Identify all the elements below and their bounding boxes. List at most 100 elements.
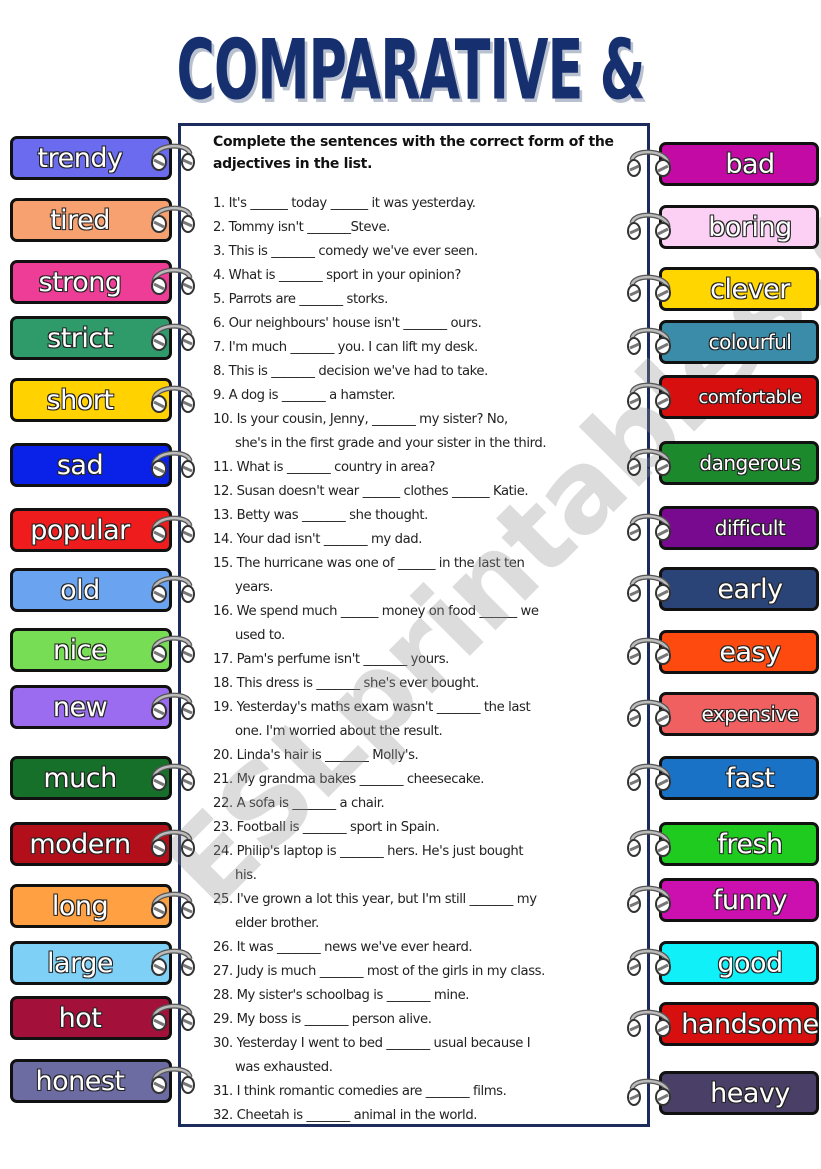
sentence-number: 29. bbox=[213, 1012, 237, 1027]
sentence-text: Cheetah is _______ animal in the world. bbox=[236, 1108, 478, 1123]
sentence-number: 8. bbox=[213, 364, 229, 379]
word-label: heavy bbox=[710, 1077, 791, 1109]
sentence-text: My sister's schoolbag is _______ mine. bbox=[236, 988, 470, 1003]
sentence-item: 6. Our neighbours' house isn't _______ o… bbox=[213, 312, 633, 336]
sentence-number: 5. bbox=[213, 292, 229, 307]
word-tag-new: new bbox=[10, 685, 172, 729]
sentence-text: Linda's hair is _______ Molly's. bbox=[236, 748, 419, 763]
word-label: large bbox=[47, 947, 114, 979]
sentence-number: 15. bbox=[213, 556, 237, 571]
word-label: fresh bbox=[717, 828, 784, 860]
sentence-item: 14. Your dad isn't _______ my dad. bbox=[213, 528, 633, 552]
sentence-number: 10. bbox=[213, 412, 237, 427]
sentence-item: 22. A sofa is _______ a chair. bbox=[213, 792, 633, 816]
sentence-text: Yesterday's maths exam wasn't _______ th… bbox=[236, 700, 531, 715]
word-tag-modern: modern bbox=[10, 822, 172, 866]
sentence-number: 27. bbox=[213, 964, 237, 979]
word-label: clever bbox=[710, 273, 791, 305]
sentence-continuation: one. I'm worried about the result. bbox=[235, 724, 443, 739]
sentence-text: What is _______ country in area? bbox=[236, 460, 436, 475]
sentence-number: 16. bbox=[213, 604, 237, 619]
word-tag-boring: boring bbox=[659, 205, 819, 249]
word-label: trendy bbox=[37, 142, 123, 174]
sentence-item: 20. Linda's hair is _______ Molly's. bbox=[213, 744, 633, 768]
sentence-item: 13. Betty was _______ she thought. bbox=[213, 504, 633, 528]
sentence-item: 27. Judy is much _______ most of the gir… bbox=[213, 960, 633, 984]
sentence-item: 23. Football is _______ sport in Spain. bbox=[213, 816, 633, 840]
sentence-item: 1. It's ______ today ______ it was yeste… bbox=[213, 192, 633, 216]
word-tag-old: old bbox=[10, 568, 172, 612]
sentence-number: 6. bbox=[213, 316, 229, 331]
sentence-text: Our neighbours' house isn't _______ ours… bbox=[228, 316, 482, 331]
word-tag-fast: fast bbox=[659, 756, 819, 800]
sentence-text: It's ______ today ______ it was yesterda… bbox=[228, 196, 476, 211]
sentence-text: Judy is much _______ most of the girls i… bbox=[236, 964, 546, 979]
sentence-text: Yesterday I went to bed _______ usual be… bbox=[236, 1036, 531, 1051]
sentence-item: 29. My boss is _______ person alive. bbox=[213, 1008, 633, 1032]
sentence-number: 14. bbox=[213, 532, 237, 547]
sentence-number: 23. bbox=[213, 820, 237, 835]
sentence-item: 8. This is _______ decision we've had to… bbox=[213, 360, 633, 384]
word-label: short bbox=[46, 384, 114, 416]
word-tag-large: large bbox=[10, 941, 172, 985]
word-tag-heavy: heavy bbox=[659, 1071, 819, 1115]
sentence-number: 2. bbox=[213, 220, 229, 235]
word-label: nice bbox=[52, 634, 108, 666]
sentence-item: 30. Yesterday I went to bed _______ usua… bbox=[213, 1032, 633, 1080]
sentence-item: 2. Tommy isn't _______Steve. bbox=[213, 216, 633, 240]
word-tag-funny: funny bbox=[659, 878, 819, 922]
word-tag-sad: sad bbox=[10, 443, 172, 487]
sentence-item: 9. A dog is _______ a hamster. bbox=[213, 384, 633, 408]
word-tag-bad: bad bbox=[659, 142, 819, 186]
word-label: early bbox=[717, 573, 784, 605]
sentence-number: 30. bbox=[213, 1036, 237, 1051]
word-label: comfortable bbox=[698, 386, 803, 408]
sentence-continuation: she's in the first grade and your sister… bbox=[235, 436, 547, 451]
word-label: popular bbox=[30, 514, 131, 546]
sentence-item: 31. I think romantic comedies are ______… bbox=[213, 1080, 633, 1104]
sentence-text: Parrots are _______ storks. bbox=[228, 292, 389, 307]
sentence-item: 4. What is _______ sport in your opinion… bbox=[213, 264, 633, 288]
sentence-number: 12. bbox=[213, 484, 237, 499]
word-tag-hot: hot bbox=[10, 996, 172, 1040]
word-tag-much: much bbox=[10, 756, 172, 800]
word-tag-clever: clever bbox=[659, 267, 819, 311]
word-label: handsome bbox=[681, 1008, 820, 1040]
word-tag-strong: strong bbox=[10, 260, 172, 304]
sentence-text: I've grown a lot this year, but I'm stil… bbox=[236, 892, 537, 907]
sentence-item: 5. Parrots are _______ storks. bbox=[213, 288, 633, 312]
sentence-item: 11. What is _______ country in area? bbox=[213, 456, 633, 480]
sentence-number: 7. bbox=[213, 340, 229, 355]
word-tag-expensive: expensive bbox=[659, 692, 819, 736]
sentence-item: 24. Philip's laptop is _______ hers. He'… bbox=[213, 840, 633, 888]
sentence-continuation: was exhausted. bbox=[235, 1060, 333, 1075]
sentence-number: 25. bbox=[213, 892, 237, 907]
sentence-text: We spend much ______ money on food _____… bbox=[236, 604, 539, 619]
sentence-number: 9. bbox=[213, 388, 229, 403]
word-label: boring bbox=[708, 211, 793, 243]
word-tag-good: good bbox=[659, 941, 819, 985]
word-tag-honest: honest bbox=[10, 1059, 172, 1103]
word-tag-difficult: difficult bbox=[659, 506, 819, 550]
sentence-number: 31. bbox=[213, 1084, 237, 1099]
sentence-number: 26. bbox=[213, 940, 237, 955]
sentence-item: 21. My grandma bakes _______ cheesecake. bbox=[213, 768, 633, 792]
word-label: easy bbox=[719, 636, 782, 668]
sentence-text: Is your cousin, Jenny, _______ my sister… bbox=[236, 412, 509, 427]
word-label: funny bbox=[712, 884, 788, 916]
word-label: much bbox=[43, 762, 118, 794]
sentence-number: 18. bbox=[213, 676, 237, 691]
sentence-item: 17. Pam's perfume isn't _______ yours. bbox=[213, 648, 633, 672]
word-tag-trendy: trendy bbox=[10, 136, 172, 180]
sentence-text: This is _______ comedy we've ever seen. bbox=[228, 244, 479, 259]
word-label: fast bbox=[725, 762, 775, 794]
word-tag-tired: tired bbox=[10, 198, 172, 242]
sentence-continuation: elder brother. bbox=[235, 916, 319, 931]
sentence-number: 3. bbox=[213, 244, 229, 259]
word-label: modern bbox=[29, 828, 132, 860]
sentence-text: The hurricane was one of ______ in the l… bbox=[236, 556, 525, 571]
sentence-item: 3. This is _______ comedy we've ever see… bbox=[213, 240, 633, 264]
word-tag-short: short bbox=[10, 378, 172, 422]
word-tag-handsome: handsome bbox=[659, 1002, 820, 1046]
sentence-number: 17. bbox=[213, 652, 237, 667]
